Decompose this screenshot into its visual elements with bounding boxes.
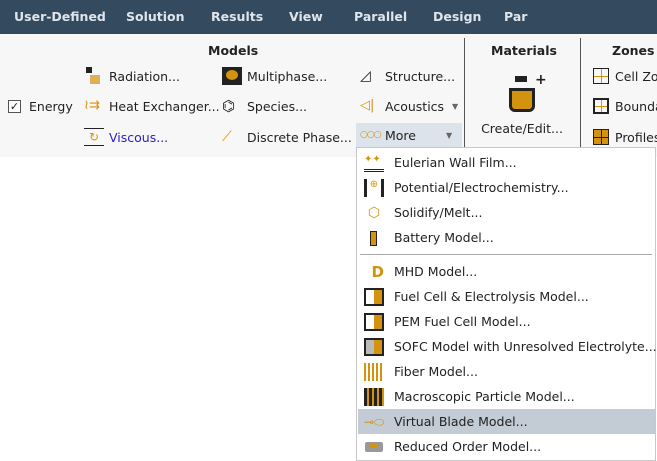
menu-item-label: Fuel Cell & Electrolysis Model... — [394, 289, 589, 304]
menu-item-sofc-model[interactable]: SOFC Model with Unresolved Electrolyte..… — [358, 334, 657, 359]
menu-item-fiber-model[interactable]: Fiber Model... — [358, 359, 655, 384]
materials-group-title: Materials — [491, 43, 557, 58]
zones-group-title: Zones — [612, 43, 655, 58]
menu-separator — [360, 254, 652, 255]
energy-label: Energy — [29, 98, 73, 114]
tab-solution[interactable]: Solution — [126, 9, 185, 24]
boundaries-button[interactable]: Bounda — [593, 95, 657, 117]
solidify-melt-icon: ⬡ — [367, 204, 381, 221]
species-icon: ⌬ — [222, 97, 236, 115]
fiber-icon — [364, 362, 384, 381]
divider — [464, 38, 465, 150]
menu-item-reduced-order-model[interactable]: Reduced Order Model... — [358, 434, 655, 459]
structure-label: Structure... — [385, 68, 456, 84]
species-label: Species... — [247, 98, 308, 114]
radiation-button[interactable]: Radiation... — [84, 65, 180, 87]
tab-results[interactable]: Results — [211, 9, 263, 24]
top-menu-bar: User-Defined Solution Results View Paral… — [0, 0, 657, 34]
discrete-phase-button[interactable]: ⟋ Discrete Phase... — [222, 126, 352, 148]
more-label: More — [385, 127, 416, 143]
menu-item-fuel-cell-electrolysis[interactable]: Fuel Cell & Electrolysis Model... — [358, 284, 655, 309]
menu-item-label: Battery Model... — [394, 230, 494, 245]
viscous-button[interactable]: ↻ Viscous... — [84, 126, 168, 148]
divider — [580, 38, 581, 150]
ribbon: Models Materials Zones ✓ Energy Radiatio… — [0, 34, 657, 157]
menu-item-macroscopic-particle[interactable]: Macroscopic Particle Model... — [358, 384, 655, 409]
more-dropdown-menu: ✦✦ Eulerian Wall Film... ⊕ Potential/Elect… — [356, 147, 657, 461]
profiles-button[interactable]: Profiles — [593, 126, 657, 148]
eulerian-wall-film-icon: ✦✦ — [364, 154, 384, 172]
tab-view[interactable]: View — [289, 9, 323, 24]
checkbox-icon: ✓ — [8, 99, 21, 113]
battery-icon — [364, 229, 384, 247]
multiphase-button[interactable]: Multiphase... — [222, 65, 327, 87]
menu-item-mhd-model[interactable]: D MHD Model... — [358, 259, 655, 284]
acoustics-icon: ◁| — [360, 98, 375, 113]
discrete-phase-icon: ⟋ — [222, 129, 232, 145]
menu-item-label: Fiber Model... — [394, 364, 478, 379]
boundaries-label: Bounda — [615, 98, 657, 114]
virtual-blade-icon: ⊸⬭ — [364, 414, 385, 429]
viscous-label: Viscous... — [109, 129, 169, 145]
menu-item-label: MHD Model... — [394, 264, 478, 279]
fuel-cell-icon — [364, 287, 384, 306]
profiles-icon — [593, 129, 609, 145]
menu-item-pem-fuel-cell[interactable]: PEM Fuel Cell Model... — [358, 309, 655, 334]
heat-exchanger-label: Heat Exchanger... — [109, 98, 220, 114]
heat-exchanger-button[interactable]: ≀⇉ Heat Exchanger... — [84, 95, 220, 117]
structure-icon: ◿ — [360, 68, 371, 84]
menu-item-label: Macroscopic Particle Model... — [394, 389, 575, 404]
energy-checkbox[interactable]: ✓ Energy — [8, 95, 73, 117]
tab-par[interactable]: Par — [504, 9, 527, 24]
heat-exchanger-icon: ≀⇉ — [84, 98, 100, 113]
menu-item-label: Potential/Electrochemistry... — [394, 180, 569, 195]
pem-fuel-cell-icon — [364, 312, 384, 331]
menu-item-virtual-blade-model[interactable]: ⊸⬭ Virtual Blade Model... — [358, 409, 655, 434]
radiation-label: Radiation... — [109, 68, 181, 84]
sofc-icon — [364, 337, 384, 356]
create-edit-label: Create/Edit... — [481, 121, 563, 136]
chevron-down-icon: ▼ — [446, 130, 453, 140]
profiles-label: Profiles — [615, 129, 657, 145]
discrete-phase-label: Discrete Phase... — [247, 129, 352, 145]
potential-electrochemistry-icon: ⊕ — [364, 178, 384, 197]
menu-item-eulerian-wall-film[interactable]: ✦✦ Eulerian Wall Film... — [358, 150, 655, 175]
cell-zones-icon — [593, 68, 609, 84]
flask-icon: + — [507, 72, 547, 112]
acoustics-dropdown[interactable]: ◁| Acoustics ▼ — [360, 95, 458, 117]
menu-item-label: Virtual Blade Model... — [394, 414, 528, 429]
chevron-down-icon: ▼ — [452, 101, 459, 111]
cell-zones-button[interactable]: Cell Zo — [593, 65, 657, 87]
tab-user-defined[interactable]: User-Defined — [14, 9, 106, 24]
menu-item-label: Solidify/Melt... — [394, 205, 483, 220]
menu-item-potential-electrochemistry[interactable]: ⊕ Potential/Electrochemistry... — [358, 175, 655, 200]
menu-item-solidify-melt[interactable]: ⬡ Solidify/Melt... — [358, 200, 655, 225]
materials-create-edit-button[interactable]: + Create/Edit... — [472, 72, 572, 144]
tab-parallel[interactable]: Parallel — [354, 9, 407, 24]
menu-item-label: SOFC Model with Unresolved Electrolyte..… — [394, 339, 657, 354]
more-dropdown[interactable]: ○○○ More ▼ — [356, 123, 462, 147]
acoustics-label: Acoustics — [385, 98, 445, 114]
cell-zones-label: Cell Zo — [615, 68, 657, 84]
more-icon: ○○○ — [360, 130, 382, 140]
menu-item-battery-model[interactable]: Battery Model... — [358, 225, 655, 250]
radiation-icon — [84, 67, 104, 85]
tab-design[interactable]: Design — [433, 9, 481, 24]
mhd-magnet-icon: D — [371, 262, 384, 281]
menu-item-label: PEM Fuel Cell Model... — [394, 314, 531, 329]
structure-button[interactable]: ◿ Structure... — [360, 65, 455, 87]
viscous-icon: ↻ — [84, 128, 104, 146]
boundaries-icon — [593, 98, 609, 114]
species-button[interactable]: ⌬ Species... — [222, 95, 307, 117]
multiphase-icon — [222, 67, 242, 85]
macroscopic-particle-icon — [364, 387, 384, 406]
multiphase-label: Multiphase... — [247, 68, 328, 84]
reduced-order-model-icon — [364, 438, 384, 456]
models-group-title: Models — [208, 43, 259, 58]
menu-item-label: Eulerian Wall Film... — [394, 155, 517, 170]
menu-item-label: Reduced Order Model... — [394, 439, 542, 454]
